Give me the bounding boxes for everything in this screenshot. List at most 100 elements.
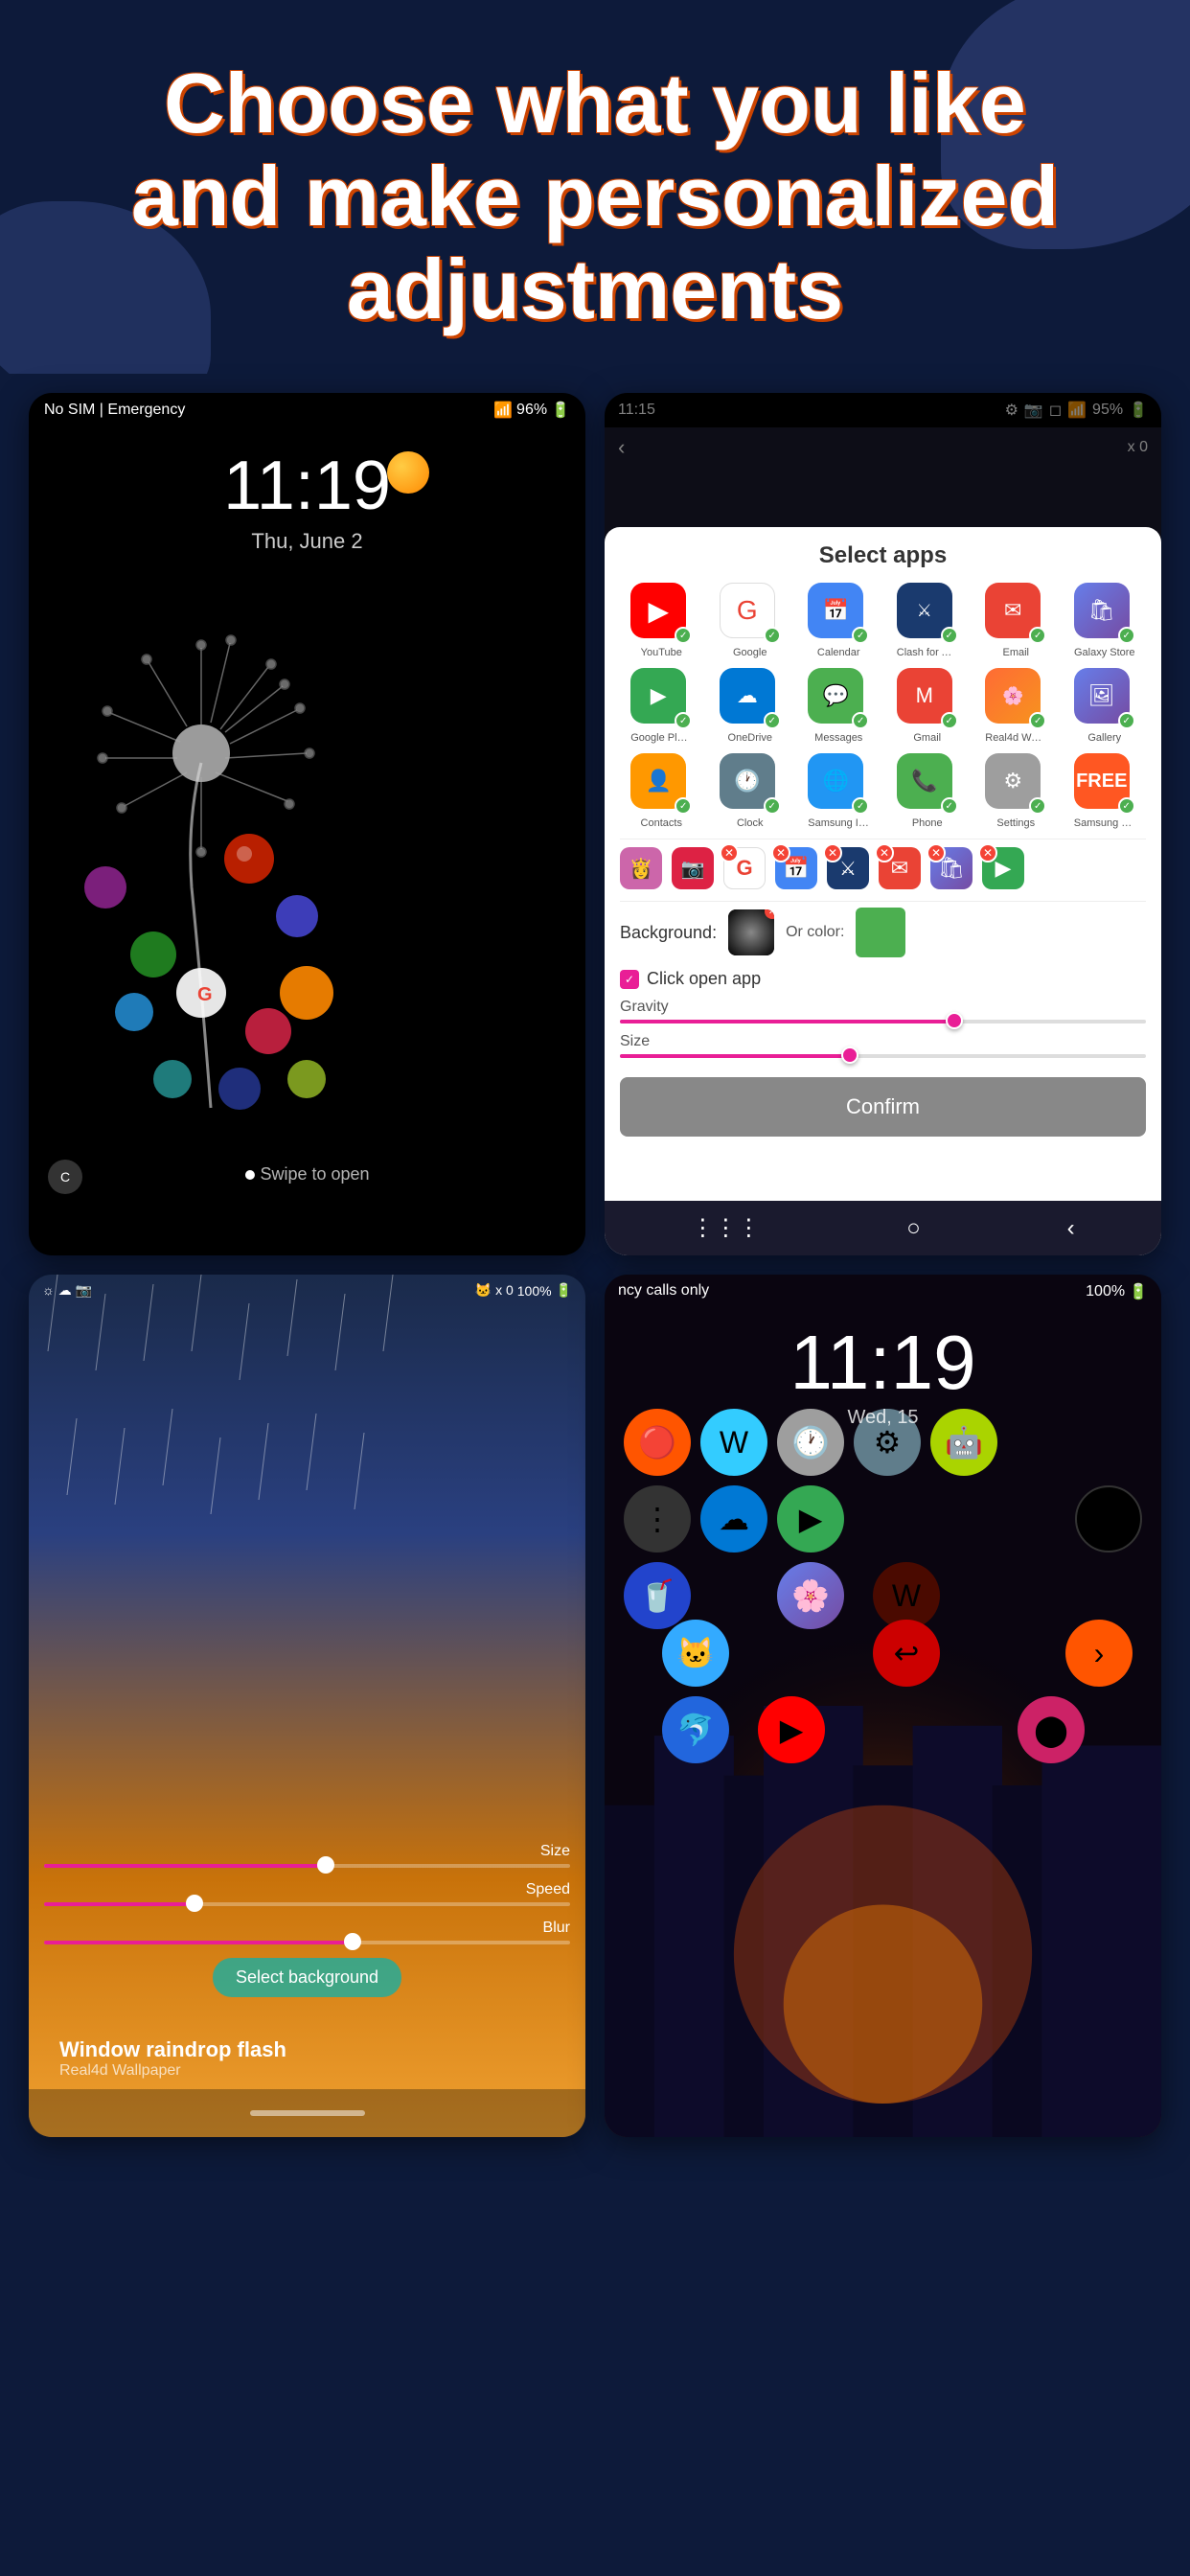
selected-galaxy-removable[interactable]: 🛍 ✕ — [930, 847, 976, 893]
rain-speed-label: Speed — [44, 1881, 570, 1898]
rain-blur-thumb[interactable] — [344, 1933, 361, 1950]
rain-blur-track[interactable] — [44, 1941, 570, 1944]
app-item-email[interactable]: ✉ ✓ Email — [974, 583, 1058, 658]
confirm-button[interactable]: Confirm — [620, 1077, 1146, 1137]
click-open-checkbox[interactable]: ✓ — [620, 970, 639, 989]
rain-size-track[interactable] — [44, 1864, 570, 1868]
app-item-samsung-fr[interactable]: FREE ✓ Samsung Fr... — [1064, 753, 1147, 829]
app-item-google[interactable]: G ✓ Google — [709, 583, 792, 658]
rain-size-fill — [44, 1864, 333, 1868]
size-thumb[interactable] — [841, 1046, 858, 1064]
nav-menu-icon[interactable]: ⋮⋮⋮ — [691, 1214, 760, 1242]
size-track[interactable] — [620, 1054, 1146, 1058]
svg-text:G: G — [197, 984, 213, 1005]
city-clock-area: 11:19 Wed, 15 — [605, 1319, 1161, 1429]
app-label-samsung-int: Samsung Int... — [808, 817, 869, 829]
wifi-icon: 📶 — [493, 401, 513, 420]
city-icon-blue: 🥤 — [624, 1562, 691, 1629]
screen-select-apps: 11:15 ⚙ 📷 ◻ 📶 95% 🔋 ‹ x 0 Select apps — [605, 393, 1161, 1255]
check-clash: ✓ — [941, 627, 958, 644]
app-item-clash[interactable]: ⚔ ✓ Clash for An... — [886, 583, 970, 658]
rain-speed-thumb[interactable] — [186, 1895, 203, 1912]
color-swatch[interactable] — [856, 908, 905, 957]
lock-date: Thu, June 2 — [251, 529, 362, 554]
click-open-label: Click open app — [647, 969, 761, 989]
city-clock: 11:19 — [605, 1319, 1161, 1407]
home-indicator-3 — [250, 2110, 365, 2116]
nav-home-icon[interactable]: ○ — [906, 1215, 921, 1242]
selected-clash-removable[interactable]: ⚔ ✕ — [827, 847, 873, 893]
apps-grid-row3: 👤 ✓ Contacts 🕐 ✓ Clock 🌐 ✓ — [620, 753, 1146, 829]
coin-3: 🐱 x 0 — [475, 1282, 514, 1299]
check-calendar: ✓ — [852, 627, 869, 644]
app-item-messages[interactable]: 💬 ✓ Messages — [797, 668, 881, 744]
select-background-button[interactable]: Select background — [213, 1958, 401, 1997]
selected-google-removable[interactable]: G ✕ — [723, 847, 769, 893]
app-item-play[interactable]: ▶ ✓ Google Play... — [620, 668, 703, 744]
screen-lockscreen: No SIM | Emergency 📶 96% 🔋 11:19 Thu, Ju… — [29, 393, 585, 1255]
app-item-youtube[interactable]: ▶ ✓ YouTube — [620, 583, 703, 658]
status-left-4: ncy calls only — [618, 1282, 709, 1301]
selected-camera: 📷 — [672, 847, 718, 893]
rain-size-row: Size — [44, 1843, 570, 1868]
app-label-samsung-fr: Samsung Fr... — [1074, 817, 1135, 829]
app-label-messages: Messages — [814, 732, 862, 744]
selected-calendar-removable[interactable]: 📅 ✕ — [775, 847, 821, 893]
c-icon: C — [48, 1160, 82, 1194]
rain-size-thumb[interactable] — [317, 1856, 334, 1874]
apps-grid-row1: ▶ ✓ YouTube G ✓ Google 📅 — [620, 583, 1146, 658]
app-label-email: Email — [1002, 647, 1029, 658]
city-icon-opera2: ⬤ — [1018, 1696, 1085, 1763]
screen-city-wallpaper: ncy calls only 100% 🔋 11:19 Wed, 15 🔴 W … — [605, 1275, 1161, 2137]
app-item-phone[interactable]: 📞 ✓ Phone — [886, 753, 970, 829]
rain-blur-row: Blur — [44, 1920, 570, 1944]
city-icon-dolphin: 🐬 — [662, 1696, 729, 1763]
nav-back-icon[interactable]: ‹ — [1067, 1215, 1075, 1242]
check-google: ✓ — [764, 627, 781, 644]
selected-play-removable[interactable]: ▶ ✕ — [982, 847, 1028, 893]
app-item-real4d[interactable]: 🌸 ✓ Real4d Wall... — [974, 668, 1058, 744]
battery-icon-3: 🔋 — [556, 1282, 572, 1299]
app-item-gallery[interactable]: 🖼 ✓ Gallery — [1064, 668, 1147, 744]
bg-label: Background: — [620, 923, 717, 943]
city-icon-flower: 🌸 — [777, 1562, 844, 1629]
nav-bar-bottom-2: ⋮⋮⋮ ○ ‹ — [605, 1201, 1161, 1255]
app-item-onedrive[interactable]: ☁ ✓ OneDrive — [709, 668, 792, 744]
app-item-clock[interactable]: 🕐 ✓ Clock — [709, 753, 792, 829]
battery-icon-1: 🔋 — [551, 401, 570, 420]
battery-text-1: 96% — [516, 402, 547, 419]
selected-character-icon: 👸 — [620, 847, 666, 893]
bg-preview-thumbnail[interactable]: ✕ — [728, 909, 774, 955]
gravity-slider-row: Gravity — [620, 999, 1146, 1024]
city-icon-more: ⋮ — [624, 1485, 691, 1552]
app-item-galaxy[interactable]: 🛍 ✓ Galaxy Store — [1064, 583, 1147, 658]
app-item-gmail[interactable]: M ✓ Gmail — [886, 668, 970, 744]
app-label-onedrive: OneDrive — [728, 732, 772, 744]
app-item-calendar[interactable]: 📅 ✓ Calendar — [797, 583, 881, 658]
app-item-samsung-int[interactable]: 🌐 ✓ Samsung Int... — [797, 753, 881, 829]
status-bar-4: ncy calls only 100% 🔋 — [605, 1275, 1161, 1309]
check-email: ✓ — [1029, 627, 1046, 644]
lock-clock: 11:19 — [223, 447, 391, 525]
dandelion-illustration: G — [29, 552, 412, 1146]
status-right-3: 🐱 x 0 100% 🔋 — [475, 1282, 572, 1299]
battery-icon-4: 🔋 — [1129, 1282, 1148, 1301]
app-item-settings[interactable]: ⚙ ✓ Settings — [974, 753, 1058, 829]
click-open-row: ✓ Click open app — [620, 969, 1146, 989]
gravity-thumb[interactable] — [946, 1012, 963, 1029]
gravity-fill — [620, 1020, 962, 1024]
size-fill — [620, 1054, 857, 1058]
hero-section: Choose what you like and make personaliz… — [0, 0, 1190, 374]
status-right-4: 100% 🔋 — [1086, 1282, 1148, 1301]
status-icons-3-left: ☼ ☁ 📷 — [42, 1282, 92, 1299]
rain-speed-track[interactable] — [44, 1902, 570, 1906]
app-label-play: Google Play... — [630, 732, 692, 744]
check-youtube: ✓ — [675, 627, 692, 644]
wallpaper-name: Window raindrop flash — [44, 2037, 302, 2062]
selected-apps-row: 👸 📷 G ✕ 📅 ✕ ⚔ ✕ — [620, 839, 1146, 902]
app-item-contacts[interactable]: 👤 ✓ Contacts — [620, 753, 703, 829]
status-bar-3: ☼ ☁ 📷 🐱 x 0 100% 🔋 — [29, 1275, 585, 1306]
status-bar-1: No SIM | Emergency 📶 96% 🔋 — [29, 393, 585, 427]
gravity-track[interactable] — [620, 1020, 1146, 1024]
selected-email-removable[interactable]: ✉ ✕ — [879, 847, 925, 893]
